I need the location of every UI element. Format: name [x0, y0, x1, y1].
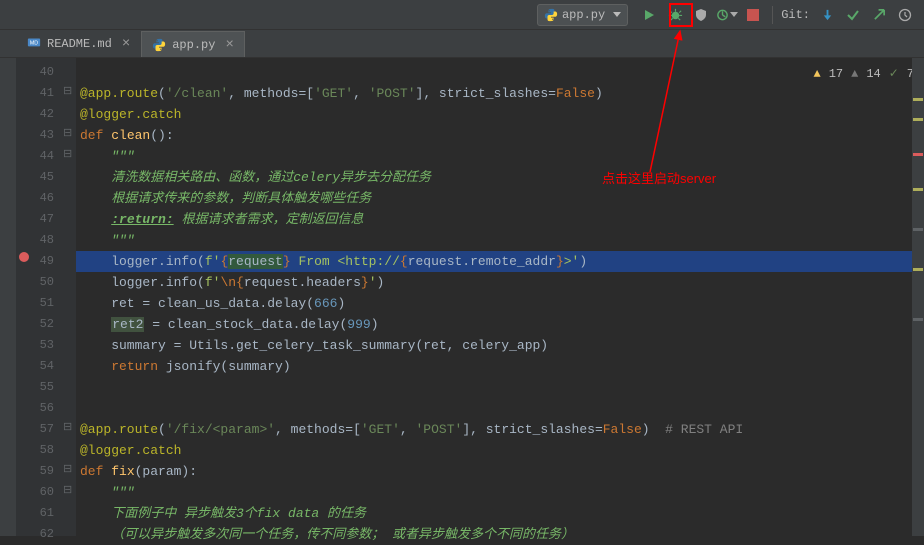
run-config-label: app.py — [562, 8, 605, 22]
fold-marker[interactable]: ⊟ — [63, 84, 72, 98]
code-line: @app.route('/clean', methods=['GET', 'PO… — [76, 83, 924, 104]
markdown-icon: MD — [27, 35, 41, 53]
git-history-button[interactable] — [894, 4, 916, 26]
code-editor[interactable]: 4041424344 4546474849 5051525354 5556575… — [0, 58, 924, 536]
code-line: @logger.catch — [76, 440, 924, 461]
git-label: Git: — [781, 8, 810, 22]
code-line: """ — [76, 482, 924, 503]
code-line: 根据请求传来的参数，判断具体触发哪些任务 — [76, 188, 924, 209]
tab-label: README.md — [47, 37, 112, 51]
python-icon — [152, 38, 166, 52]
code-line — [76, 62, 924, 83]
tab-label: app.py — [172, 38, 215, 52]
close-icon[interactable]: × — [122, 36, 130, 52]
main-toolbar: app.py Git: — [0, 0, 924, 30]
git-commit-button[interactable] — [842, 4, 864, 26]
annotation-arrow — [620, 27, 720, 177]
left-gutter-strip — [0, 58, 16, 536]
profile-button[interactable] — [716, 4, 738, 26]
typo-icon: ✓ — [889, 64, 899, 85]
code-line: :return: 根据请求者需求，定制返回信息 — [76, 209, 924, 230]
annotation-highlight-box — [669, 3, 693, 27]
run-config-selector[interactable]: app.py — [537, 4, 628, 26]
editor-tabs: MD README.md × app.py × — [0, 30, 924, 58]
code-line: 下面例子中 异步触发3个fix data 的任务 — [76, 503, 924, 524]
code-line: def fix(param): — [76, 461, 924, 482]
run-button[interactable] — [638, 4, 660, 26]
fold-marker[interactable]: ⊟ — [63, 147, 72, 161]
fold-marker[interactable]: ⊟ — [63, 420, 72, 434]
code-line: """ — [76, 146, 924, 167]
tab-readme[interactable]: MD README.md × — [16, 31, 141, 57]
svg-text:MD: MD — [30, 41, 38, 47]
code-line: @logger.catch — [76, 104, 924, 125]
coverage-button[interactable] — [690, 4, 712, 26]
git-update-button[interactable] — [816, 4, 838, 26]
fold-gutter: ⊟ ⊟ ⊟ ⊟ ⊟ ⊟ — [60, 58, 76, 536]
git-push-button[interactable] — [868, 4, 890, 26]
warning-icon: ▲ — [814, 64, 821, 85]
code-line: ret2 = clean_stock_data.delay(999) — [76, 314, 924, 335]
code-line: 清洗数据相关路由、函数，通过celery异步去分配任务 — [76, 167, 924, 188]
inspection-widget[interactable]: ▲17 ▲14 ✓7 — [814, 64, 914, 85]
code-line-highlighted: logger.info(f'{request} From <http://{re… — [76, 251, 924, 272]
code-line: @app.route('/fix/<param>', methods=['GET… — [76, 419, 924, 440]
code-line: return jsonify(summary) — [76, 356, 924, 377]
warning-count: 17 — [829, 64, 843, 85]
code-line: ret = clean_us_data.delay(666) — [76, 293, 924, 314]
stop-button[interactable] — [742, 4, 764, 26]
code-area[interactable]: ▲17 ▲14 ✓7 @app.route('/clean', methods=… — [76, 58, 924, 536]
code-line: def clean(): — [76, 125, 924, 146]
fold-marker[interactable]: ⊟ — [63, 126, 72, 140]
breakpoint-icon[interactable] — [19, 252, 29, 262]
code-line: """ — [76, 230, 924, 251]
fold-marker[interactable]: ⊟ — [63, 462, 72, 476]
code-line: logger.info(f'\n{request.headers}') — [76, 272, 924, 293]
code-line: （可以异步触发多次同一个任务，传不同参数； 或者异步触发多个不同的任务） — [76, 524, 924, 545]
code-line: summary = Utils.get_celery_task_summary(… — [76, 335, 924, 356]
tab-app-py[interactable]: app.py × — [141, 31, 245, 57]
scrollbar-right[interactable] — [912, 58, 924, 536]
annotation-text: 点击这里启动server — [602, 168, 716, 187]
weak-warning-icon: ▲ — [851, 64, 858, 85]
python-icon — [544, 8, 558, 22]
fold-marker[interactable]: ⊟ — [63, 483, 72, 497]
chevron-down-icon — [613, 12, 621, 17]
separator — [772, 6, 773, 24]
weak-warning-count: 14 — [866, 64, 880, 85]
line-number-gutter: 4041424344 4546474849 5051525354 5556575… — [16, 58, 60, 536]
code-line — [76, 377, 924, 398]
close-icon[interactable]: × — [225, 37, 233, 53]
code-line — [76, 398, 924, 419]
